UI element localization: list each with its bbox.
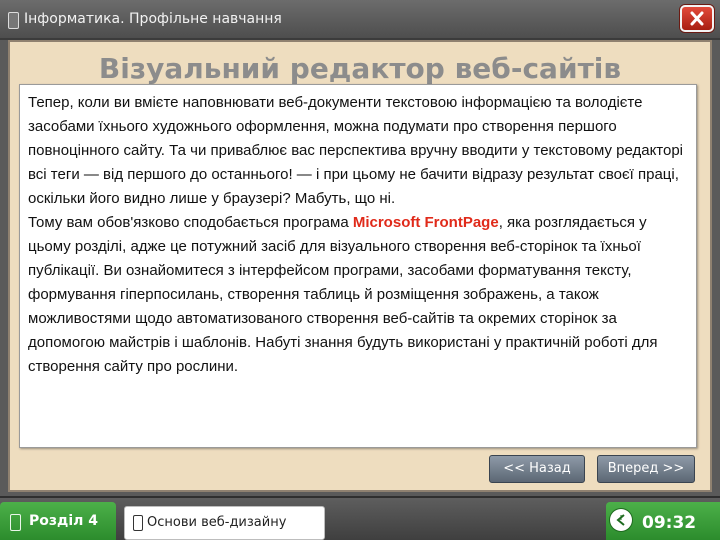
section-label: Розділ 4 (29, 513, 98, 529)
topic-label: Основи веб-дизайну (147, 515, 287, 530)
page-title: Візуальний редактор веб-сайтів (98, 52, 622, 85)
title-bar: Інформатика. Профільне навчання (0, 0, 720, 40)
program-name-highlight: Microsoft FrontPage (352, 214, 499, 231)
content-panel: Візуальний редактор веб-сайтів Тепер, ко… (8, 40, 712, 492)
forward-button[interactable]: Вперед >> (597, 455, 695, 483)
clock-area: 09:32 (606, 502, 720, 540)
section-tab[interactable]: Розділ 4 (0, 502, 116, 540)
window-icon (8, 12, 19, 29)
bottom-bar: Розділ 4 Основи веб-дизайну 09:32 (0, 496, 720, 540)
topic-tab[interactable]: Основи веб-дизайну (124, 506, 325, 540)
paragraph-intro: Тепер, коли ви вмієте наповнювати веб-до… (28, 94, 684, 207)
window-title: Інформатика. Профільне навчання (24, 11, 282, 27)
text-area: Тепер, коли ви вмієте наповнювати веб-до… (19, 84, 697, 448)
topic-icon (133, 515, 143, 531)
close-x-icon (690, 11, 704, 26)
clock-icon (610, 509, 632, 531)
paragraph-text-start: Тому вам обов'язково сподобається програ… (28, 214, 353, 231)
paragraph-text-end: , яка розглядається у цьому розділі, адж… (28, 214, 658, 375)
section-icon (10, 514, 21, 531)
close-button[interactable] (680, 5, 714, 32)
paragraph-frontpage: Тому вам обов'язково сподобається програ… (28, 211, 686, 379)
back-button[interactable]: << Назад (489, 455, 585, 483)
clock-time: 09:32 (642, 513, 697, 533)
